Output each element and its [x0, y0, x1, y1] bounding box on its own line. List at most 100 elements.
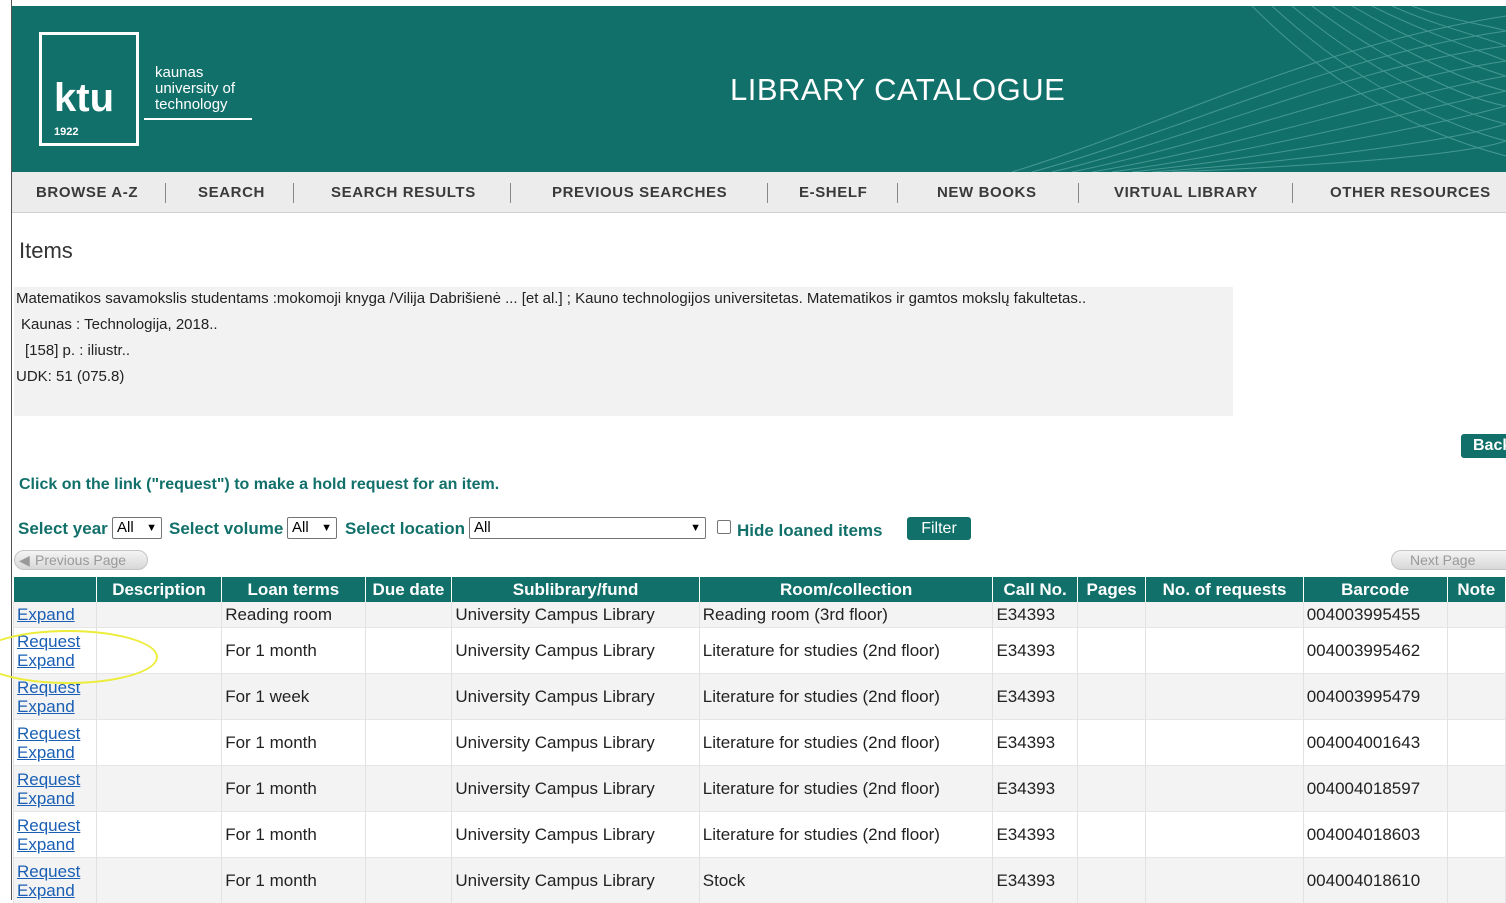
previous-page-button[interactable]: ◀ Previous Page — [14, 550, 148, 570]
nav-virtual-library[interactable]: VIRTUAL LIBRARY — [1114, 184, 1258, 201]
cell-room: Literature for studies (2nd floor) — [699, 674, 993, 720]
bib-publication: Kaunas : Technologija, 2018.. — [21, 316, 218, 333]
logo-year: 1922 — [54, 126, 78, 138]
volume-select-value: All — [292, 519, 309, 536]
cell-description — [96, 812, 221, 858]
table-row: RequestExpand For 1 month University Cam… — [14, 812, 1506, 858]
cell-call-no: E34393 — [993, 602, 1077, 628]
cell-room: Reading room (3rd floor) — [699, 602, 993, 628]
year-label: Select year — [18, 519, 108, 539]
back-button[interactable]: Back — [1461, 434, 1506, 458]
cell-loan-terms: For 1 month — [222, 766, 365, 812]
hide-loaned-checkbox[interactable] — [717, 520, 731, 534]
row-links: RequestExpand — [14, 720, 97, 766]
arrow-left-icon: ◀ — [19, 551, 30, 570]
cell-barcode: 004004018610 — [1303, 858, 1447, 903]
table-row: RequestExpand For 1 month University Cam… — [14, 720, 1506, 766]
cell-due-date — [365, 720, 452, 766]
table-header-row: Description Loan terms Due date Sublibra… — [14, 577, 1506, 602]
hold-request-message: Click on the link ("request") to make a … — [19, 476, 499, 494]
cell-loan-terms: For 1 week — [222, 674, 365, 720]
header-requests[interactable]: No. of requests — [1146, 577, 1303, 602]
cell-note — [1447, 720, 1505, 766]
row-links: Expand — [14, 602, 97, 628]
nav-previous-searches[interactable]: PREVIOUS SEARCHES — [552, 184, 727, 201]
cell-loan-terms: Reading room — [222, 602, 365, 628]
nav-browse-az[interactable]: BROWSE A-Z — [36, 184, 138, 201]
location-select[interactable]: All ▼ — [469, 517, 706, 539]
logo-university-name: kaunas university of technology — [155, 65, 235, 113]
volume-select[interactable]: All ▼ — [287, 517, 337, 539]
expand-link[interactable]: Expand — [17, 789, 96, 808]
location-label: Select location — [345, 519, 465, 539]
nav-separator — [897, 183, 898, 203]
header-call-no[interactable]: Call No. — [993, 577, 1077, 602]
expand-link[interactable]: Expand — [17, 835, 96, 854]
cell-pages — [1077, 720, 1146, 766]
cell-sublibrary: University Campus Library — [452, 674, 699, 720]
nav-other-resources[interactable]: OTHER RESOURCES — [1330, 184, 1491, 201]
cell-description — [96, 674, 221, 720]
cell-sublibrary: University Campus Library — [452, 720, 699, 766]
next-page-label: Next Page — [1410, 552, 1475, 568]
bib-udk: UDK: 51 (075.8) — [16, 368, 124, 385]
header-room[interactable]: Room/collection — [699, 577, 993, 602]
cell-barcode: 004003995462 — [1303, 628, 1447, 674]
expand-link[interactable]: Expand — [17, 743, 96, 762]
header-sublibrary[interactable]: Sublibrary/fund — [452, 577, 699, 602]
previous-page-label: Previous Page — [35, 552, 126, 568]
cell-due-date — [365, 674, 452, 720]
cell-call-no: E34393 — [993, 858, 1077, 903]
header-pages[interactable]: Pages — [1077, 577, 1146, 602]
cell-due-date — [365, 602, 452, 628]
expand-link[interactable]: Expand — [17, 605, 96, 624]
header-loan-terms[interactable]: Loan terms — [222, 577, 365, 602]
cell-call-no: E34393 — [993, 674, 1077, 720]
cell-call-no: E34393 — [993, 766, 1077, 812]
chevron-down-icon: ▼ — [321, 518, 332, 538]
cell-note — [1447, 766, 1505, 812]
cell-call-no: E34393 — [993, 720, 1077, 766]
cell-description — [96, 602, 221, 628]
cell-room: Literature for studies (2nd floor) — [699, 628, 993, 674]
header-links — [14, 577, 97, 602]
location-select-value: All — [474, 519, 491, 536]
cell-loan-terms: For 1 month — [222, 858, 365, 903]
cell-pages — [1077, 812, 1146, 858]
nav-search-results[interactable]: SEARCH RESULTS — [331, 184, 476, 201]
bib-pages: [158] p. : iliustr.. — [25, 342, 130, 359]
cell-pages — [1077, 602, 1146, 628]
request-link[interactable]: Request — [17, 770, 96, 789]
table-row: RequestExpand For 1 month University Cam… — [14, 628, 1506, 674]
header-note[interactable]: Note — [1447, 577, 1505, 602]
filter-button[interactable]: Filter — [907, 517, 971, 540]
nav-separator — [510, 183, 511, 203]
cell-pages — [1077, 628, 1146, 674]
year-select-value: All — [117, 519, 134, 536]
cell-note — [1447, 628, 1505, 674]
table-row: RequestExpand For 1 week University Camp… — [14, 674, 1506, 720]
cell-barcode: 004004001643 — [1303, 720, 1447, 766]
header-description[interactable]: Description — [96, 577, 221, 602]
chevron-down-icon: ▼ — [690, 518, 701, 538]
cell-due-date — [365, 812, 452, 858]
cell-due-date — [365, 858, 452, 903]
expand-link[interactable]: Expand — [17, 881, 96, 900]
logo-ktu: ktu — [54, 76, 114, 121]
header-due-date[interactable]: Due date — [365, 577, 452, 602]
nav-e-shelf[interactable]: E-SHELF — [799, 184, 867, 201]
request-link[interactable]: Request — [17, 862, 96, 881]
request-link[interactable]: Request — [17, 816, 96, 835]
cell-call-no: E34393 — [993, 628, 1077, 674]
year-select[interactable]: All▼ — [112, 517, 162, 539]
cell-pages — [1077, 858, 1146, 903]
nav-new-books[interactable]: NEW BOOKS — [937, 184, 1037, 201]
cell-loan-terms: For 1 month — [222, 812, 365, 858]
expand-link[interactable]: Expand — [17, 697, 96, 716]
nav-search[interactable]: SEARCH — [198, 184, 265, 201]
cell-description — [96, 720, 221, 766]
next-page-button[interactable]: Next Page — [1391, 550, 1506, 570]
cell-note — [1447, 858, 1505, 903]
header-barcode[interactable]: Barcode — [1303, 577, 1447, 602]
request-link[interactable]: Request — [17, 724, 96, 743]
